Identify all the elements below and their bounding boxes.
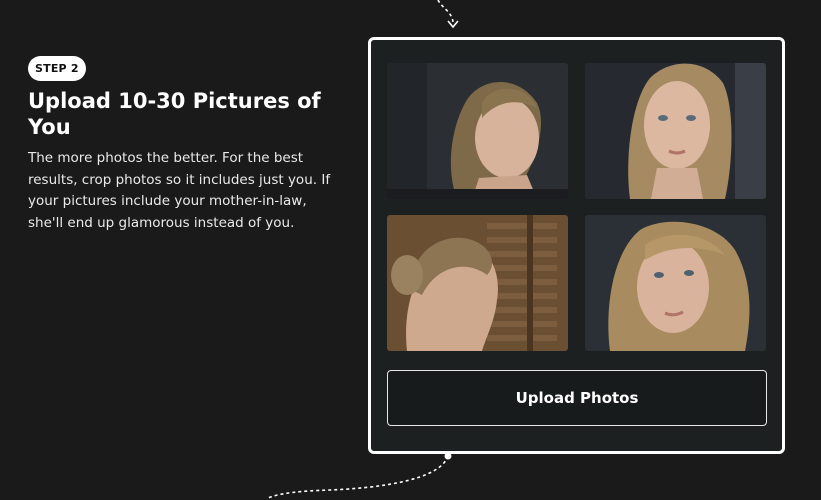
upload-photos-button[interactable]: Upload Photos bbox=[387, 370, 767, 426]
step-section: STEP 2 Upload 10-30 Pictures of You The … bbox=[0, 0, 821, 500]
photo-tilted-selfie bbox=[585, 215, 766, 351]
photo-back-of-head bbox=[387, 215, 568, 351]
step-title: Upload 10-30 Pictures of You bbox=[28, 89, 321, 139]
step-description: The more photos the better. For the best… bbox=[28, 150, 331, 231]
photo-front-portrait bbox=[585, 63, 766, 199]
upload-card: Upload Photos bbox=[368, 37, 785, 454]
photo-profile-right bbox=[387, 63, 568, 199]
step-badge: STEP 2 bbox=[28, 56, 86, 81]
